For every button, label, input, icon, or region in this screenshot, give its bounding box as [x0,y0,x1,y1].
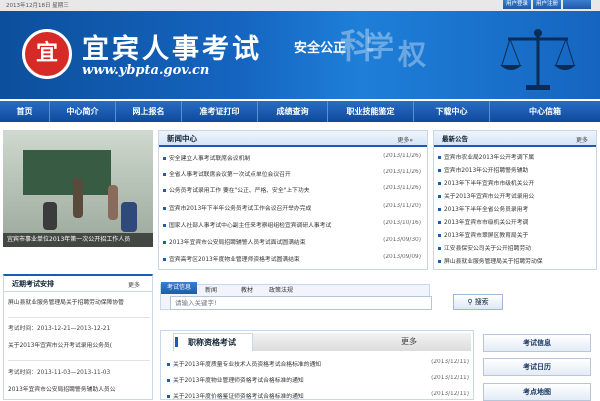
photo-blackboard [23,150,111,195]
list-item[interactable]: 屏山县就业服务管理局关于招聘劳动保 [438,256,592,265]
nav-item-downloads[interactable]: 下载中心 [414,101,490,122]
site-name: 宜宾人事考试 [82,34,262,65]
nav-item-about[interactable]: 中心简介 [50,101,116,122]
list-item[interactable]: 关于2013年度质量专业技术人员资格考试合格标准的通知 (2013/12/11) [167,359,469,368]
current-date: 2013年12月18日 星期三 [6,3,69,9]
news-center-panel: 新闻中心 更多» 安全建立人事考试联席会议机制 (2013/11/26) 全省人事… [158,130,428,270]
bullet-icon [163,173,166,176]
list-item[interactable]: 关于2013年度物业管理师资格考试合格标准的通知 (2013/12/11) [167,375,469,384]
bullet-icon [438,169,441,172]
list-item[interactable]: 2013年下半年宜宾市市级机关公开 [438,178,592,187]
list-item[interactable]: 2013年宜宾市翠屏区教育局关于 [438,230,592,239]
nav-item-registration[interactable]: 网上报名 [116,101,182,122]
list-item[interactable]: 关于2013年度价格鉴证师资格考试合格标准的通知 (2013/12/11) [167,391,469,400]
top-bar: 2013年12月18日 星期三 用户登录 用户注册 [0,0,600,11]
qualification-panel: 职称资格考试 更多 关于2013年度质量专业技术人员资格考试合格标准的通知 (20… [160,330,474,400]
nav-item-mailbox[interactable]: 中心信箱 [490,101,600,122]
bullet-icon [438,221,441,224]
nav-item-skill-appraisal[interactable]: 职业技能鉴定 [328,101,414,122]
notices-title: 最新公告 [434,131,596,147]
nav-item-home[interactable]: 首页 [0,101,50,122]
list-item[interactable]: 公务员考试录用工作 要在"公正、严格、安全"上下功夫 (2013/11/26) [163,185,421,194]
bullet-icon [167,379,170,382]
bullet-icon [438,260,441,263]
banner-slogan: 安全公正 [294,41,347,56]
divider [8,317,150,318]
exam-schedule-panel: 近期考试安排 更多 屏山县就业服务管理局关于招聘劳动保障协管 考试时间：2013… [3,274,153,400]
quick-link-venue-map[interactable]: 考点地图 [483,383,591,401]
search-input[interactable] [170,296,432,310]
banner-deco-char: 学 [366,30,395,63]
register-button[interactable]: 用户注册 [533,0,561,9]
bullet-icon [163,207,166,210]
bullet-icon [438,208,441,211]
list-item[interactable]: 国家人社部人事考试中心副主任来考察组组检宜宾调研人事考试 (2013/10/16) [163,220,421,229]
bullet-icon [163,224,166,227]
bullet-icon [438,156,441,159]
search-tab-news[interactable]: 新闻 [205,285,217,294]
bullet-icon [438,234,441,237]
qualification-header-bar [253,333,471,351]
news-photo[interactable]: 宜宾市事业单位2013年第一次公开招工作人员 [3,130,153,247]
photo-figure [43,202,57,230]
notices-more-link[interactable]: 更多 [576,135,588,144]
list-item[interactable]: 2013年下半年全省公务员录用考 [438,204,592,213]
search-icon: ⚲ [467,298,473,306]
quick-link-exam-calendar[interactable]: 考试日历 [483,358,591,376]
search-tab-textbooks[interactable]: 教材 [241,285,253,294]
photo-caption: 宜宾市事业单位2013年第一次公开招工作人员 [3,233,153,247]
exam-schedule-more-link[interactable]: 更多 [128,280,140,289]
list-item[interactable]: 宜宾市2013年下半年公务员考试工作会议召开举办完成 (2013/11/20) [163,203,421,212]
title-marker-icon [175,337,178,347]
list-item[interactable]: 2013年宜宾市公安局招聘警务辅助人员公 [8,384,150,393]
topbar-extra-button[interactable] [563,0,591,9]
photo-figure [121,202,137,232]
bullet-icon [163,241,166,244]
bullet-icon [163,189,166,192]
list-item[interactable]: 关于2013年宜宾市公开考试录用公 [438,191,592,200]
divider [8,360,150,361]
search-tab-policies[interactable]: 政策法规 [269,285,293,294]
list-item[interactable]: 宜宾市农业局2013年公开考调下属 [438,152,592,161]
main-nav: 首页 中心简介 网上报名 准考证打印 成绩查询 职业技能鉴定 下载中心 中心信箱 [0,101,600,122]
news-center-title: 新闻中心 [159,131,427,147]
list-item[interactable]: 宜宾市2013年公开招聘警务辅助 [438,165,592,174]
bullet-icon [163,157,166,160]
site-logo[interactable]: 宜 [22,29,72,79]
news-more-link[interactable]: 更多» [397,135,413,144]
site-url: www.ybpta.gov.cn [82,63,210,78]
exam-time: 考试时间：2013-12-21—2013-12-21 [8,326,111,332]
bullet-icon [438,195,441,198]
list-item[interactable]: 屏山县就业服务管理局关于招聘劳动保障协管 [8,297,150,306]
bullet-icon [438,247,441,250]
notices-panel: 最新公告 更多 宜宾市农业局2013年公开考调下属 宜宾市2013年公开招聘警务… [433,130,597,270]
photo-figure [73,178,83,218]
list-item[interactable]: 安全建立人事考试联席会议机制 (2013/11/26) [163,153,421,162]
list-item[interactable]: 全省人事考试联席会议第一次试点单位会议召开 (2013/11/26) [163,169,421,178]
quick-link-exam-info[interactable]: 考试信息 [483,334,591,352]
qualification-more-link[interactable]: 更多 [401,336,417,347]
list-item[interactable]: 关于2013年宜宾市公开考试录用公务员( [8,340,150,349]
search-tab-exam-info[interactable]: 考试信息 [161,282,197,294]
login-button[interactable]: 用户登录 [503,0,531,9]
exam-time: 考试时间：2013-11-03—2013-11-03 [8,370,111,376]
bullet-icon [163,258,166,261]
nav-item-score-query[interactable]: 成绩查询 [258,101,328,122]
site-banner: 宜 宜宾人事考试 www.ybpta.gov.cn 安全公正 科 学 权 [0,11,600,99]
bullet-icon [167,363,170,366]
qualification-title: 职称资格考试 [173,333,253,351]
photo-figure [108,185,118,220]
list-item[interactable]: 宜宾高考区2013年度物业管理师资格考试圆满结束 (2013/09/09) [163,254,421,263]
scales-of-justice-icon [500,29,576,90]
nav-item-admission-print[interactable]: 准考证打印 [182,101,258,122]
list-item[interactable]: 2013年宜宾市公安局招聘辅警人员考试面试圆满结束 (2013/09/30) [163,237,421,246]
bullet-icon [167,395,170,398]
banner-deco-char: 权 [398,38,427,71]
list-item[interactable]: 2013年宜宾市市级机关公开考调 [438,217,592,226]
search-button[interactable]: ⚲ 搜索 [453,294,503,310]
bullet-icon [438,182,441,185]
list-item[interactable]: 江安县保安公司关于公开招聘劳动 [438,243,592,252]
